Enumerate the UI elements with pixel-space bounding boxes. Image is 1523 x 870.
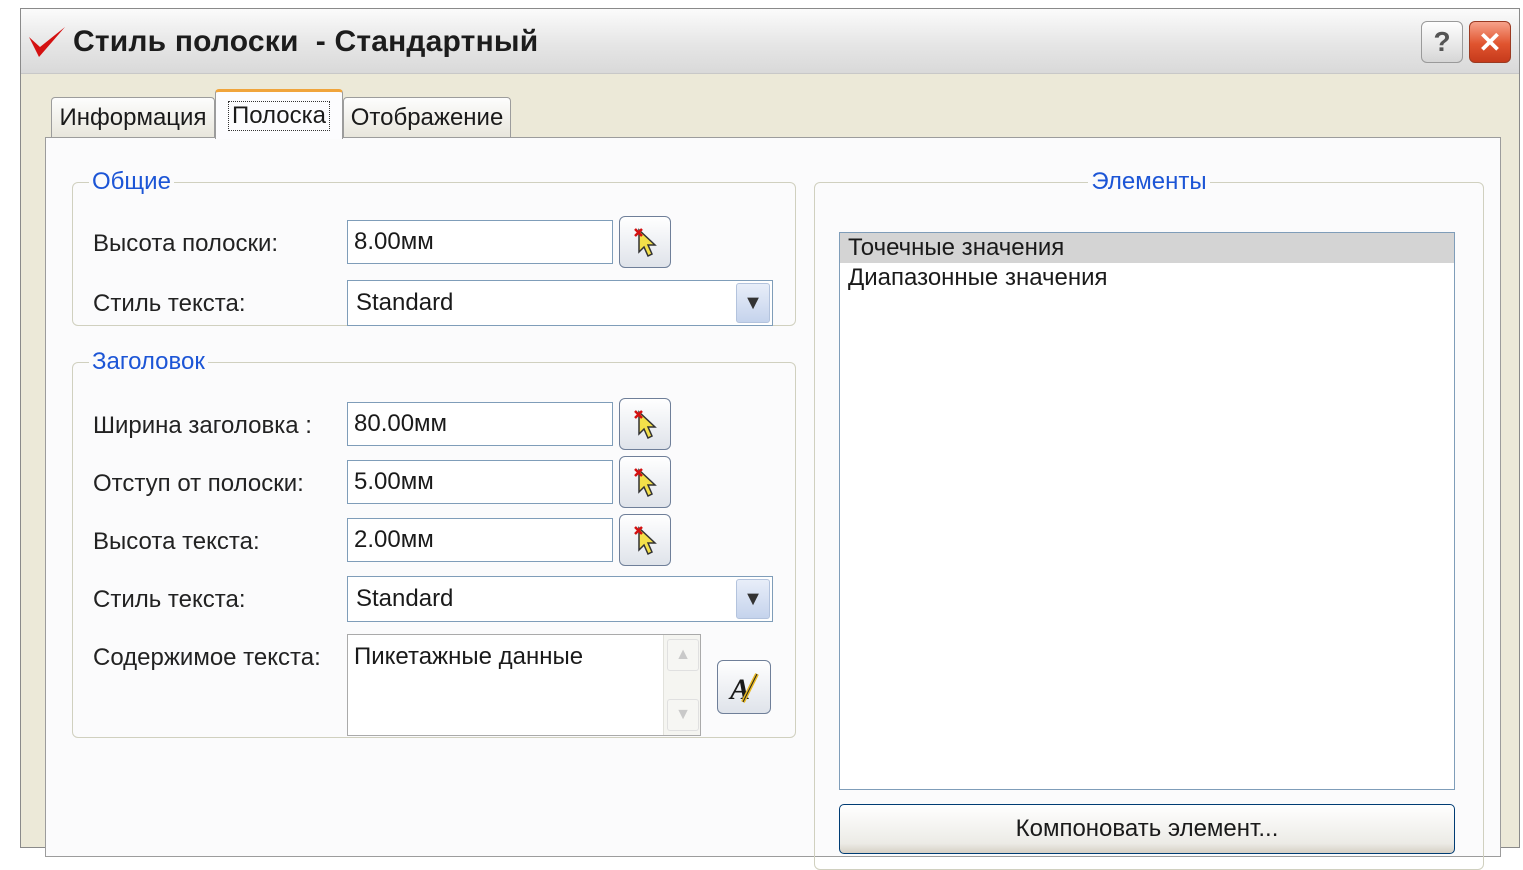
text-editor-button[interactable]: A <box>717 660 771 714</box>
title-bar: Стиль полоски - Стандартный ? ✕ <box>21 9 1519 74</box>
elements-group: Элементы Точечные значения Диапазонные з… <box>814 168 1484 870</box>
pick-pointer-icon <box>634 468 657 498</box>
tab-panel: Общие Высота полоски: 8.00мм Стиль текст… <box>45 137 1501 870</box>
help-button[interactable]: ? <box>1421 21 1463 63</box>
scroll-up-icon[interactable]: ▲ <box>667 639 699 671</box>
header-width-pick-button[interactable] <box>619 398 671 450</box>
text-content-field[interactable]: Пикетажные данные ▲ ▼ <box>347 634 701 736</box>
offset-label: Отступ от полоски: <box>93 470 304 497</box>
text-content-label: Содержимое текста: <box>93 644 321 671</box>
header-width-label: Ширина заголовка : <box>93 412 312 439</box>
elements-legend: Элементы <box>1091 168 1207 195</box>
text-style-label: Стиль текста: <box>93 290 246 317</box>
header-width-field[interactable]: 80.00мм <box>347 402 613 446</box>
header-group: Заголовок Ширина заголовка : 80.00мм Отс… <box>72 348 796 738</box>
text-style-value: Standard <box>356 289 454 316</box>
header-legend: Заголовок <box>92 348 205 375</box>
text-height-label: Высота текста: <box>93 528 260 555</box>
app-checkmark-icon <box>29 27 65 57</box>
text-content-value: Пикетажные данные <box>354 643 584 670</box>
text-content-scrollbar[interactable]: ▲ ▼ <box>663 635 700 735</box>
tab-strip[interactable]: Полоска <box>215 89 343 139</box>
text-height-field[interactable]: 2.00мм <box>347 518 613 562</box>
compose-element-button[interactable]: Компоновать элемент... <box>839 804 1455 854</box>
strip-height-field[interactable]: 8.00мм <box>347 220 613 264</box>
compose-element-label: Компоновать элемент... <box>1015 815 1279 842</box>
pick-pointer-icon <box>634 526 657 556</box>
scroll-down-icon[interactable]: ▼ <box>667 699 699 731</box>
offset-field[interactable]: 5.00мм <box>347 460 613 504</box>
tab-information-label: Информация <box>59 103 207 131</box>
header-text-style-select[interactable]: Standard ▼ <box>347 576 773 622</box>
general-legend: Общие <box>92 168 171 195</box>
text-height-pick-button[interactable] <box>619 514 671 566</box>
pick-pointer-icon <box>634 410 657 440</box>
dialog-window: Стиль полоски - Стандартный ? ✕ Информац… <box>20 8 1520 870</box>
elements-list[interactable]: Точечные значения Диапазонные значения <box>839 232 1455 790</box>
window-title: Стиль полоски - Стандартный <box>73 25 539 58</box>
offset-pick-button[interactable] <box>619 456 671 508</box>
help-icon: ? <box>1433 26 1451 57</box>
general-group: Общие Высота полоски: 8.00мм Стиль текст… <box>72 168 796 326</box>
text-editor-icon: A <box>728 673 759 706</box>
pick-pointer-icon <box>634 228 657 258</box>
header-text-style-label: Стиль текста: <box>93 586 246 613</box>
list-item[interactable]: Диапазонные значения <box>840 263 1454 293</box>
strip-height-pick-button[interactable] <box>619 216 671 268</box>
header-text-style-value: Standard <box>356 585 454 612</box>
svg-text:A: A <box>728 673 750 706</box>
list-item[interactable]: Точечные значения <box>840 233 1454 263</box>
text-style-select[interactable]: Standard ▼ <box>347 280 773 326</box>
chevron-down-icon[interactable]: ▼ <box>736 283 770 323</box>
tab-display-label: Отображение <box>350 103 504 131</box>
strip-height-label: Высота полоски: <box>93 230 279 257</box>
tab-strip-label: Полоска <box>227 100 331 131</box>
close-icon: ✕ <box>1478 26 1502 58</box>
close-button[interactable]: ✕ <box>1469 21 1511 63</box>
tab-information[interactable]: Информация <box>51 97 215 137</box>
chevron-down-icon[interactable]: ▼ <box>736 579 770 619</box>
tab-display[interactable]: Отображение <box>343 97 511 137</box>
